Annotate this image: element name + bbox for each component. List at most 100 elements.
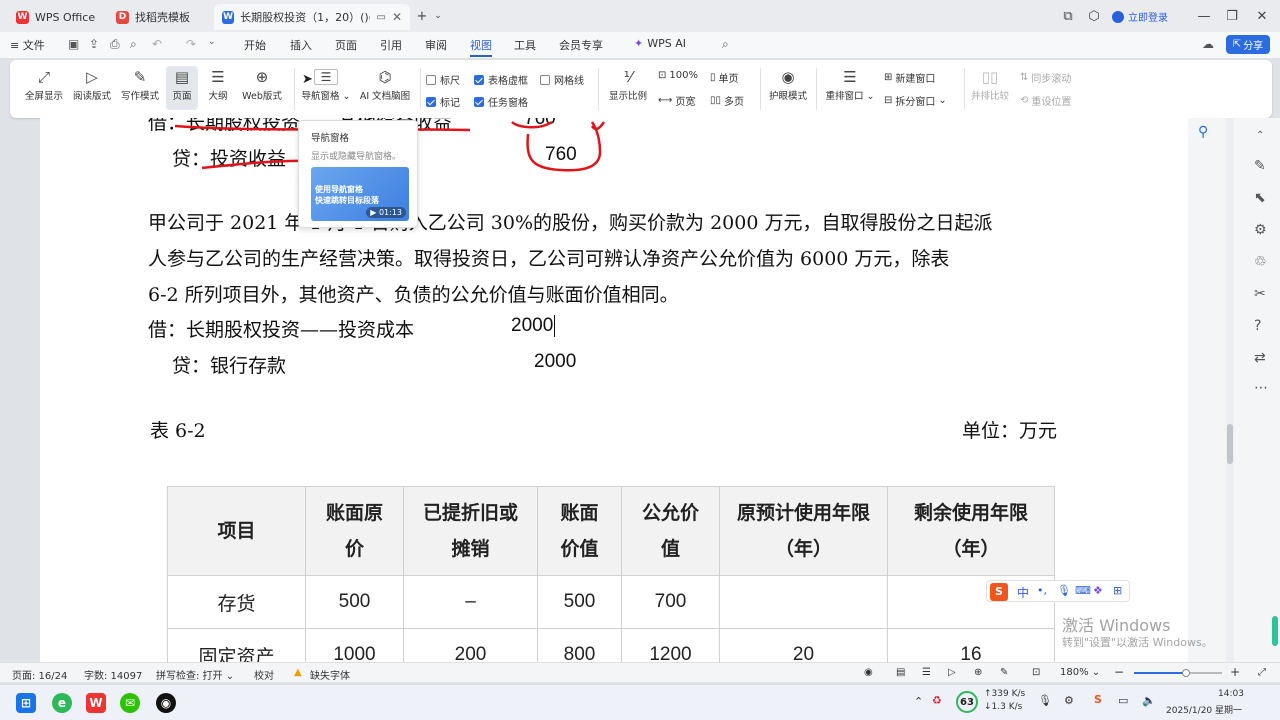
sync-scroll-button[interactable]: ⇅ 同步滚动 [1020,70,1071,85]
word-count[interactable]: 字数: 14097 [84,667,142,682]
zoom-ratio-button[interactable]: ⅟ 显示比例 [606,66,650,102]
search-icon[interactable]: ⌕ [722,37,729,52]
play-icon[interactable]: ▷ [948,667,956,678]
export-icon[interactable]: ⇪ [89,37,99,51]
tab-wps-office[interactable]: W WPS Office [8,4,103,30]
split-window-button[interactable]: ⊟ 拆分窗口 ⌄ [884,93,947,108]
sliders-icon[interactable]: ⚙ [1254,222,1267,238]
tools-icon[interactable]: ✂ [1254,286,1266,302]
markup-checkbox[interactable]: 标记 [426,94,460,109]
outline-view-icon[interactable]: ☰ [922,667,931,678]
restore-icon[interactable]: ❐ [1222,6,1242,26]
single-page-button[interactable]: ▯ 单页 [710,70,739,85]
eye-mode-icon[interactable]: ◉ [864,667,873,678]
gridlines-checkbox[interactable]: 网格线 [540,72,584,87]
page-indicator[interactable]: 页面: 16/24 [12,667,67,682]
login-button[interactable]: 立即登录 [1112,9,1168,24]
microphone-tray-icon[interactable]: 🎙 [1038,694,1052,707]
help-icon[interactable]: ? [1254,318,1261,334]
side-handle[interactable] [1272,616,1278,646]
arrange-windows-button[interactable]: ☰ 重排窗口 ⌄ [824,66,876,102]
wps-ai-menu[interactable]: ✦ WPS AI [634,37,686,50]
menu-review[interactable]: 审阅 [425,37,447,53]
missing-font-button[interactable]: 缺失字体 [310,667,350,682]
menu-view[interactable]: 视图 [470,37,492,57]
fullscreen-button[interactable]: ⤢ 全屏显示 [22,66,66,102]
share-panel-icon[interactable]: ⇄ [1254,350,1266,366]
menu-references[interactable]: 引用 [380,37,402,53]
ai-mindmap-button[interactable]: ⌬ AI 文档脑图 [358,66,412,102]
media-player-icon[interactable]: ◉ [156,693,176,713]
microphone-icon[interactable]: 🎙 [1057,584,1071,597]
scrollbar-thumb[interactable] [1227,424,1233,464]
file-menu[interactable]: ≡ 文件 [10,37,45,53]
style-icon[interactable]: ♲ [1254,254,1267,270]
clock-date[interactable]: 2025/1/20 星期一 [1166,703,1242,716]
task-pane-checkbox[interactable]: 任务窗格 [474,94,528,109]
page-layout-button[interactable]: ▤ 页面 [166,66,198,110]
location-pin-icon[interactable]: ⚲ [1198,124,1208,140]
panel-chevron-up-icon[interactable]: ⌃ [1256,130,1264,141]
fit-page-icon[interactable]: ⊡ [1032,667,1040,678]
cube-icon[interactable]: ⬡ [1084,6,1104,26]
vertical-scrollbar[interactable] [1226,118,1234,662]
zoom-slider[interactable] [1134,669,1222,677]
window-tile-icon[interactable]: ⧉ [1058,6,1078,26]
menu-home[interactable]: 开始 [244,37,266,53]
undo-icon[interactable]: ↶ [152,37,162,51]
spell-check-status[interactable]: 拼写检查: 打开 ⌄ [156,667,234,682]
page-view-icon[interactable]: ▤ [896,667,905,678]
menu-member[interactable]: 会员专享 [559,37,603,53]
ime-mode-label[interactable]: 中 [1017,584,1029,601]
redo-icon[interactable]: ↷ [186,37,196,51]
outline-button[interactable]: ☰ 大纲 [202,66,234,102]
wechat-icon[interactable]: ✉ [120,693,140,713]
wps-taskbar-icon[interactable]: W [86,693,106,713]
writing-mode-button[interactable]: ✎ 写作模式 [118,66,162,102]
print-icon[interactable]: ⎙ [110,37,120,52]
zoom-in-icon[interactable]: + [1230,665,1240,679]
pen-mode-icon[interactable]: ✎ [1000,667,1008,678]
close-window-icon[interactable]: ✕ [1252,6,1272,26]
windows-start-icon[interactable]: ⊞ [16,693,36,713]
tab-docer-templates[interactable]: D 找稻壳模板 [108,4,198,30]
tooltip-video[interactable]: 使用导航窗格 快速跳转目标段落 ▶ 01:13 [311,167,409,221]
tray-app-icon[interactable]: ♻ [932,694,942,707]
ruler-checkbox[interactable]: 标尺 [426,72,460,87]
edit-icon[interactable]: ✎ [1254,158,1266,174]
cloud-upload-icon[interactable]: ☁ [1202,37,1214,51]
keyboard-icon[interactable]: ⌨ [1075,584,1091,597]
menu-tools[interactable]: 工具 [514,37,536,53]
ime-toolbar[interactable]: S 中 •, 🎙 ⌨ ❖ ⊞ [986,580,1130,602]
more-icon[interactable]: ⋯ [1254,380,1268,396]
fullscreen-status-icon[interactable]: ⤢ [1258,667,1266,678]
close-tab-icon[interactable]: ✕ [392,10,402,24]
tab-list-chevron-icon[interactable]: ⌄ [428,6,448,26]
share-button[interactable]: ⇱ 分享 [1226,35,1270,54]
menu-page[interactable]: 页面 [335,37,357,53]
quick-access-chevron-icon[interactable]: ⌄ [208,37,216,47]
zoom-out-icon[interactable]: − [1114,665,1124,679]
skin-icon[interactable]: ❖ [1093,584,1103,597]
new-window-button[interactable]: ⊞ 新建窗口 [884,70,935,85]
minimize-icon[interactable]: — [1194,6,1214,26]
zoom-slider-handle[interactable] [1182,669,1190,677]
tab-document[interactable]: W 长期股权投资（1，20）()(1).d ▭ ✕ [214,4,410,30]
punctuation-icon[interactable]: •, [1037,584,1047,597]
web-layout-button[interactable]: ⊕ Web版式 [238,66,286,102]
network-icon[interactable]: ▭ [1118,694,1128,707]
ime-menu-icon[interactable]: ⊞ [1113,584,1122,597]
menu-insert[interactable]: 插入 [290,37,312,53]
preview-icon[interactable]: ⌕ [130,37,137,52]
zoom-100-button[interactable]: ⊡ 100% [658,70,698,81]
tray-chevron-up-icon[interactable]: ⌃ [914,695,923,708]
page-width-button[interactable]: ⟷ 页宽 [658,93,695,108]
side-by-side-button[interactable]: ▯▯ 并排比较 [968,66,1012,102]
sogou-tray-icon[interactable]: S [1094,693,1102,706]
zoom-level[interactable]: 180% ⌄ [1060,667,1100,678]
settings-tray-icon[interactable]: ⚙ [1064,694,1074,707]
multi-page-button[interactable]: ▯▯ 多页 [710,93,744,108]
table-gridlines-checkbox[interactable]: 表格虚框 [474,72,528,87]
eye-protection-button[interactable]: ◉ 护眼模式 [766,66,810,102]
web-view-icon[interactable]: ⊕ [974,667,982,678]
